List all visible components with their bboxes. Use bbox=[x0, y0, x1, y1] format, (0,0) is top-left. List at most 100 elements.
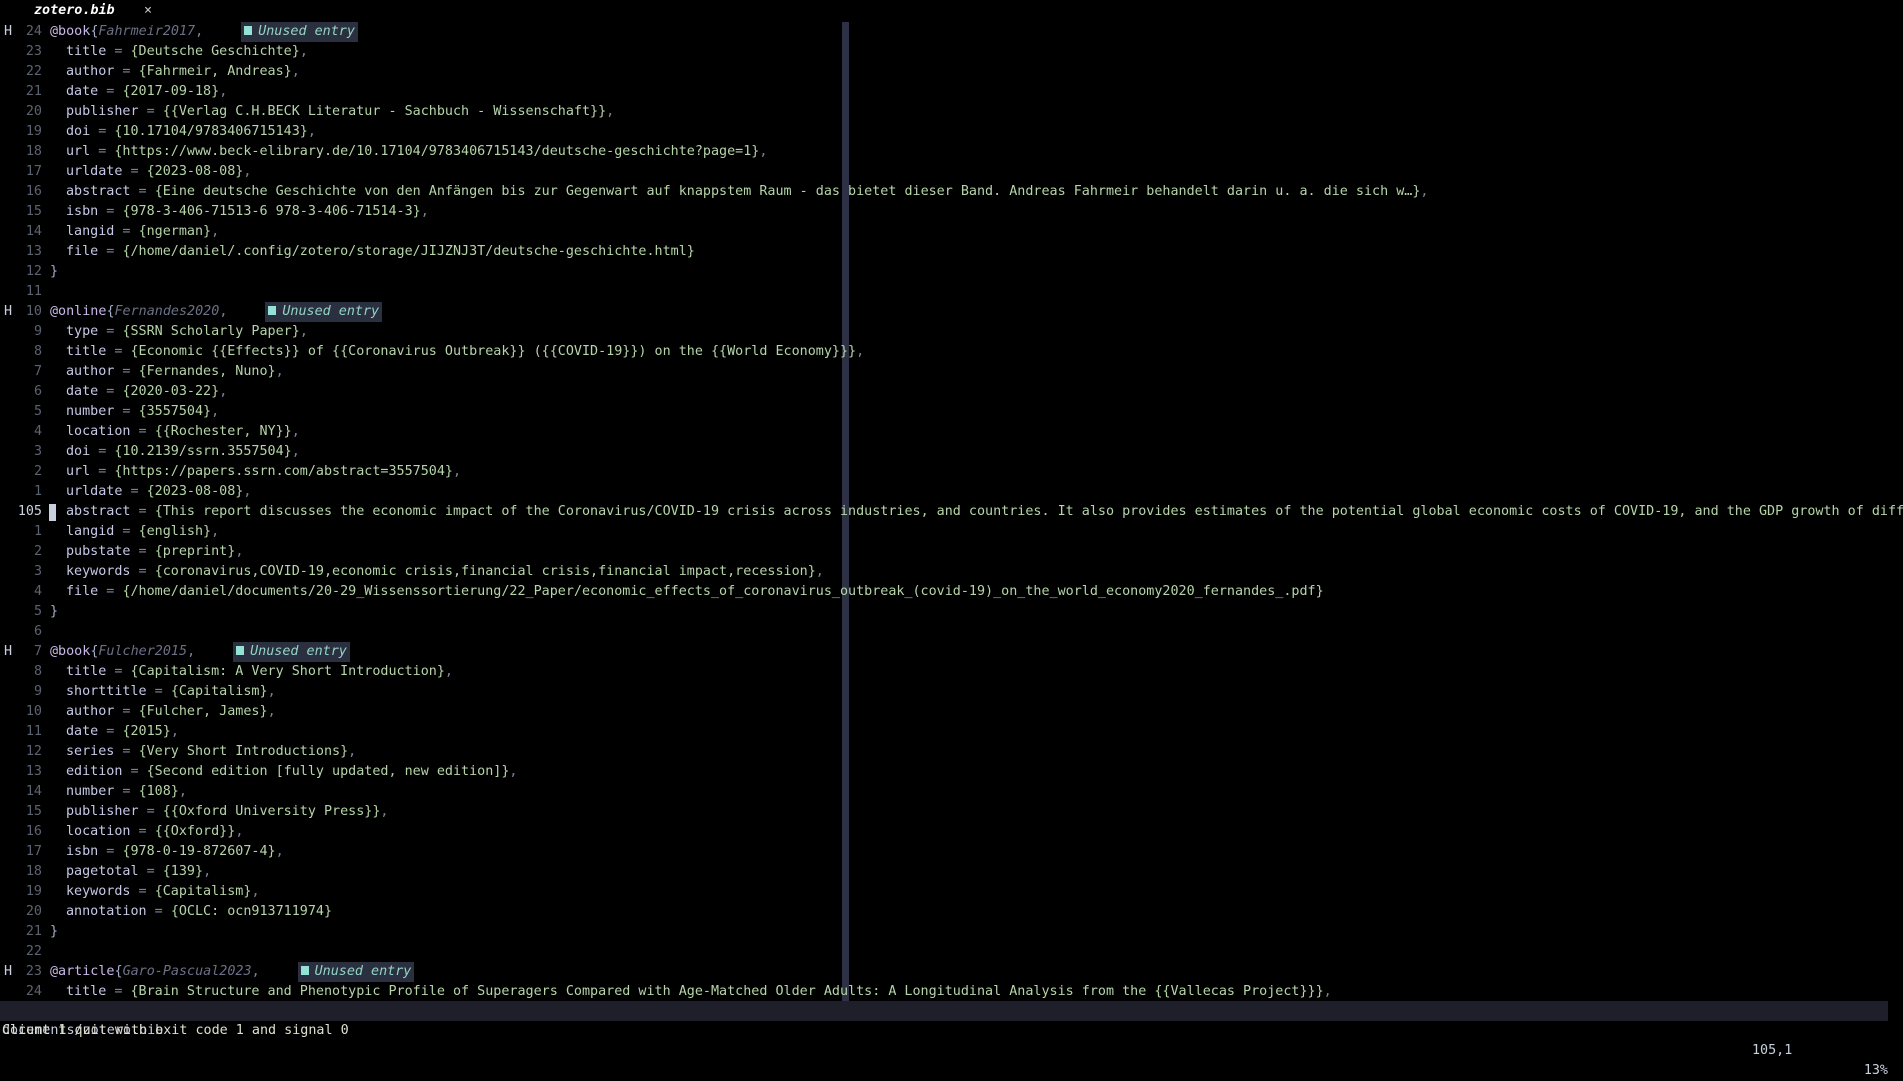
field-name: author bbox=[66, 704, 115, 719]
bib-entry-header: @book{Fahrmeir2017, Unused entry bbox=[50, 22, 358, 42]
line-number: 23 bbox=[25, 964, 42, 979]
code-line[interactable]: 5} bbox=[0, 602, 1903, 622]
code-line[interactable]: 20 annotation = {OCLC: ocn913711974} bbox=[0, 902, 1903, 922]
code-line[interactable]: 2 url = {https://papers.ssrn.com/abstract… bbox=[0, 462, 1903, 482]
hint-sign: H bbox=[4, 644, 13, 659]
code-line[interactable]: 6 date = {2020-03-22}, bbox=[0, 382, 1903, 402]
comma: , bbox=[606, 104, 615, 119]
editor-buffer[interactable]: H 24 @book{Fahrmeir2017, Unused entry 23 titl… bbox=[0, 22, 1903, 1001]
line-number: 24 bbox=[25, 984, 42, 999]
bib-field: pubstate = {preprint}, bbox=[66, 542, 243, 562]
code-line[interactable]: 10 author = {Fulcher, James}, bbox=[0, 702, 1903, 722]
code-line[interactable]: 22 author = {Fahrmeir, Andreas}, bbox=[0, 62, 1903, 82]
code-line[interactable]: 17 isbn = {978-0-19-872607-4}, bbox=[0, 842, 1903, 862]
code-line[interactable]: 5 number = {3557504}, bbox=[0, 402, 1903, 422]
code-line[interactable]: 12} bbox=[0, 262, 1903, 282]
code-line[interactable]: H 23 @article{Garo-Pascual2023, Unused entr… bbox=[0, 962, 1903, 982]
field-name: file bbox=[66, 244, 99, 259]
code-line[interactable]: 23 title = {Deutsche Geschichte}, bbox=[0, 42, 1903, 62]
tab-zotero-bib[interactable]: zotero.bib bbox=[34, 2, 115, 20]
code-line[interactable]: 105 abstract = {This report discusses the… bbox=[0, 502, 1903, 522]
code-line[interactable]: 19 keywords = {Capitalism}, bbox=[0, 882, 1903, 902]
field-name: abstract bbox=[66, 184, 131, 199]
diagnostic-unused-entry: Unused entry bbox=[233, 642, 350, 662]
line-number: 21 bbox=[25, 924, 42, 939]
bib-field: publisher = {{Verlag C.H.BECK Literatur … bbox=[66, 102, 614, 122]
code-line[interactable]: 11 date = {2015}, bbox=[0, 722, 1903, 742]
code-line[interactable]: 3 doi = {10.2139/ssrn.3557504}, bbox=[0, 442, 1903, 462]
equals: = bbox=[122, 484, 147, 499]
code-line[interactable]: 24 title = {Brain Structure and Phenotypi… bbox=[0, 982, 1903, 1001]
code-line[interactable]: 8 title = {Economic {{Effects}} of {{Coro… bbox=[0, 342, 1903, 362]
code-line[interactable]: 13 edition = {Second edition [fully updat… bbox=[0, 762, 1903, 782]
code-line[interactable]: 18 pagetotal = {139}, bbox=[0, 862, 1903, 882]
status-cursor-position: 105,1 bbox=[1752, 1043, 1793, 1058]
field-name: author bbox=[66, 64, 115, 79]
close-brace: } bbox=[50, 264, 59, 279]
code-line[interactable]: 21 date = {2017-09-18}, bbox=[0, 82, 1903, 102]
bib-entry-header: @article{Garo-Pascual2023, Unused entry bbox=[50, 962, 415, 982]
comma: , bbox=[211, 524, 220, 539]
code-line[interactable]: 6 bbox=[0, 622, 1903, 642]
line-number: 14 bbox=[25, 784, 42, 799]
code-line[interactable]: 13 file = {/home/daniel/.config/zotero/st… bbox=[0, 242, 1903, 262]
line-number: 4 bbox=[33, 424, 42, 439]
code-line[interactable]: 9 type = {SSRN Scholarly Paper}, bbox=[0, 322, 1903, 342]
equals: = bbox=[90, 124, 115, 139]
comma: , bbox=[187, 644, 196, 659]
diagnostic-square-icon bbox=[268, 306, 277, 315]
code-line[interactable]: 15 isbn = {978-3-406-71513-6 978-3-406-71… bbox=[0, 202, 1903, 222]
code-line[interactable]: 8 title = {Capitalism: A Very Short Intro… bbox=[0, 662, 1903, 682]
field-value: {This report discusses the economic impa… bbox=[154, 504, 1903, 519]
equals: = bbox=[90, 144, 115, 159]
line-number: 11 bbox=[25, 284, 42, 299]
code-line[interactable]: 2 pubstate = {preprint}, bbox=[0, 542, 1903, 562]
field-name: pagetotal bbox=[66, 864, 139, 879]
bib-field: doi = {10.2139/ssrn.3557504}, bbox=[66, 442, 300, 462]
code-line[interactable]: 11 bbox=[0, 282, 1903, 302]
comma: , bbox=[235, 544, 244, 559]
code-line[interactable]: 17 urldate = {2023-08-08}, bbox=[0, 162, 1903, 182]
field-name: isbn bbox=[66, 844, 99, 859]
line-number: 3 bbox=[33, 564, 42, 579]
bib-field: url = {https://www.beck-elibrary.de/10.1… bbox=[66, 142, 767, 162]
bib-field: title = {Deutsche Geschichte}, bbox=[66, 42, 308, 62]
close-icon[interactable]: × bbox=[144, 2, 152, 20]
code-line[interactable]: 14 langid = {ngerman}, bbox=[0, 222, 1903, 242]
code-line[interactable]: 1 langid = {english}, bbox=[0, 522, 1903, 542]
equals: = bbox=[130, 824, 155, 839]
code-line[interactable]: 16 location = {{Oxford}}, bbox=[0, 822, 1903, 842]
code-line[interactable]: 19 doi = {10.17104/9783406715143}, bbox=[0, 122, 1903, 142]
code-line[interactable]: 4 location = {{Rochester, NY}}, bbox=[0, 422, 1903, 442]
bib-field: urldate = {2023-08-08}, bbox=[66, 162, 251, 182]
comma: , bbox=[170, 724, 179, 739]
code-line[interactable]: 14 number = {108}, bbox=[0, 782, 1903, 802]
bib-field: date = {2020-03-22}, bbox=[66, 382, 227, 402]
code-line[interactable]: 21} bbox=[0, 922, 1903, 942]
code-line[interactable]: H 10 @online{Fernandes2020, Unused entry bbox=[0, 302, 1903, 322]
code-line[interactable]: 4 file = {/home/daniel/documents/20-29_Wi… bbox=[0, 582, 1903, 602]
line-number: 23 bbox=[25, 44, 42, 59]
field-value: {Capitalism} bbox=[170, 684, 268, 699]
field-name: date bbox=[66, 724, 99, 739]
bib-field: title = {Economic {{Effects}} of {{Coron… bbox=[66, 342, 864, 362]
field-value: {108} bbox=[138, 784, 179, 799]
code-line[interactable]: 1 urldate = {2023-08-08}, bbox=[0, 482, 1903, 502]
code-line[interactable]: 7 author = {Fernandes, Nuno}, bbox=[0, 362, 1903, 382]
field-name: doi bbox=[66, 124, 91, 139]
code-line[interactable]: 16 abstract = {Eine deutsche Geschichte v… bbox=[0, 182, 1903, 202]
line-number: 9 bbox=[33, 684, 42, 699]
field-name: urldate bbox=[66, 484, 123, 499]
line-number: 1 bbox=[33, 484, 42, 499]
code-line[interactable]: H 24 @book{Fahrmeir2017, Unused entry bbox=[0, 22, 1903, 42]
code-line[interactable]: 9 shorttitle = {Capitalism}, bbox=[0, 682, 1903, 702]
line-number: 8 bbox=[33, 344, 42, 359]
code-line[interactable]: 22 bbox=[0, 942, 1903, 962]
code-line[interactable]: 18 url = {https://www.beck-elibrary.de/10… bbox=[0, 142, 1903, 162]
code-line[interactable]: 3 keywords = {coronavirus,COVID-19,econom… bbox=[0, 562, 1903, 582]
field-name: keywords bbox=[66, 884, 131, 899]
code-line[interactable]: 20 publisher = {{Verlag C.H.BECK Literatu… bbox=[0, 102, 1903, 122]
code-line[interactable]: 12 series = {Very Short Introductions}, bbox=[0, 742, 1903, 762]
code-line[interactable]: H 7 @book{Fulcher2015, Unused entry bbox=[0, 642, 1903, 662]
code-line[interactable]: 15 publisher = {{Oxford University Press}… bbox=[0, 802, 1903, 822]
